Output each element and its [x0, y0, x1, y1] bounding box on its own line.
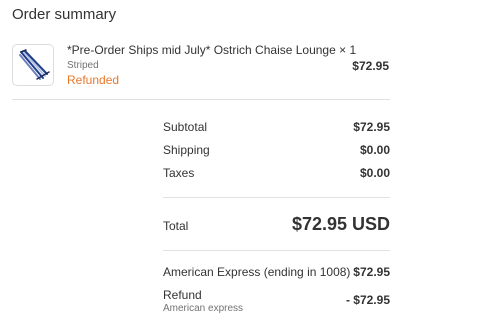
product-name: *Pre-Order Ships mid July* Ostrich Chais… [67, 43, 357, 57]
divider [163, 250, 390, 251]
taxes-label: Taxes [163, 166, 195, 180]
shipping-value: $0.00 [359, 143, 390, 157]
taxes-value: $0.00 [359, 166, 390, 180]
divider [12, 99, 390, 100]
product-price: $72.95 [352, 59, 389, 73]
order-summary-title: Order summary [12, 6, 117, 23]
subtotal-label: Subtotal [163, 120, 208, 134]
shipping-label: Shipping [163, 143, 210, 157]
striped-chaise-lounge-image [19, 49, 50, 80]
refund-value: - $72.95 [345, 293, 390, 307]
total-label: Total [163, 219, 189, 233]
divider [163, 197, 390, 198]
payment-card-value: $72.95 [353, 265, 390, 279]
product-thumbnail [12, 44, 54, 86]
subtotal-value: $72.95 [353, 120, 390, 134]
refund-method: American express [163, 303, 244, 314]
refund-status: Refunded [67, 73, 120, 87]
total-value: $72.95 USD [291, 214, 390, 234]
payment-card-label: American Express (ending in 1008) [163, 265, 351, 279]
product-variant: Striped [67, 60, 99, 71]
refund-label: Refund [163, 288, 202, 302]
